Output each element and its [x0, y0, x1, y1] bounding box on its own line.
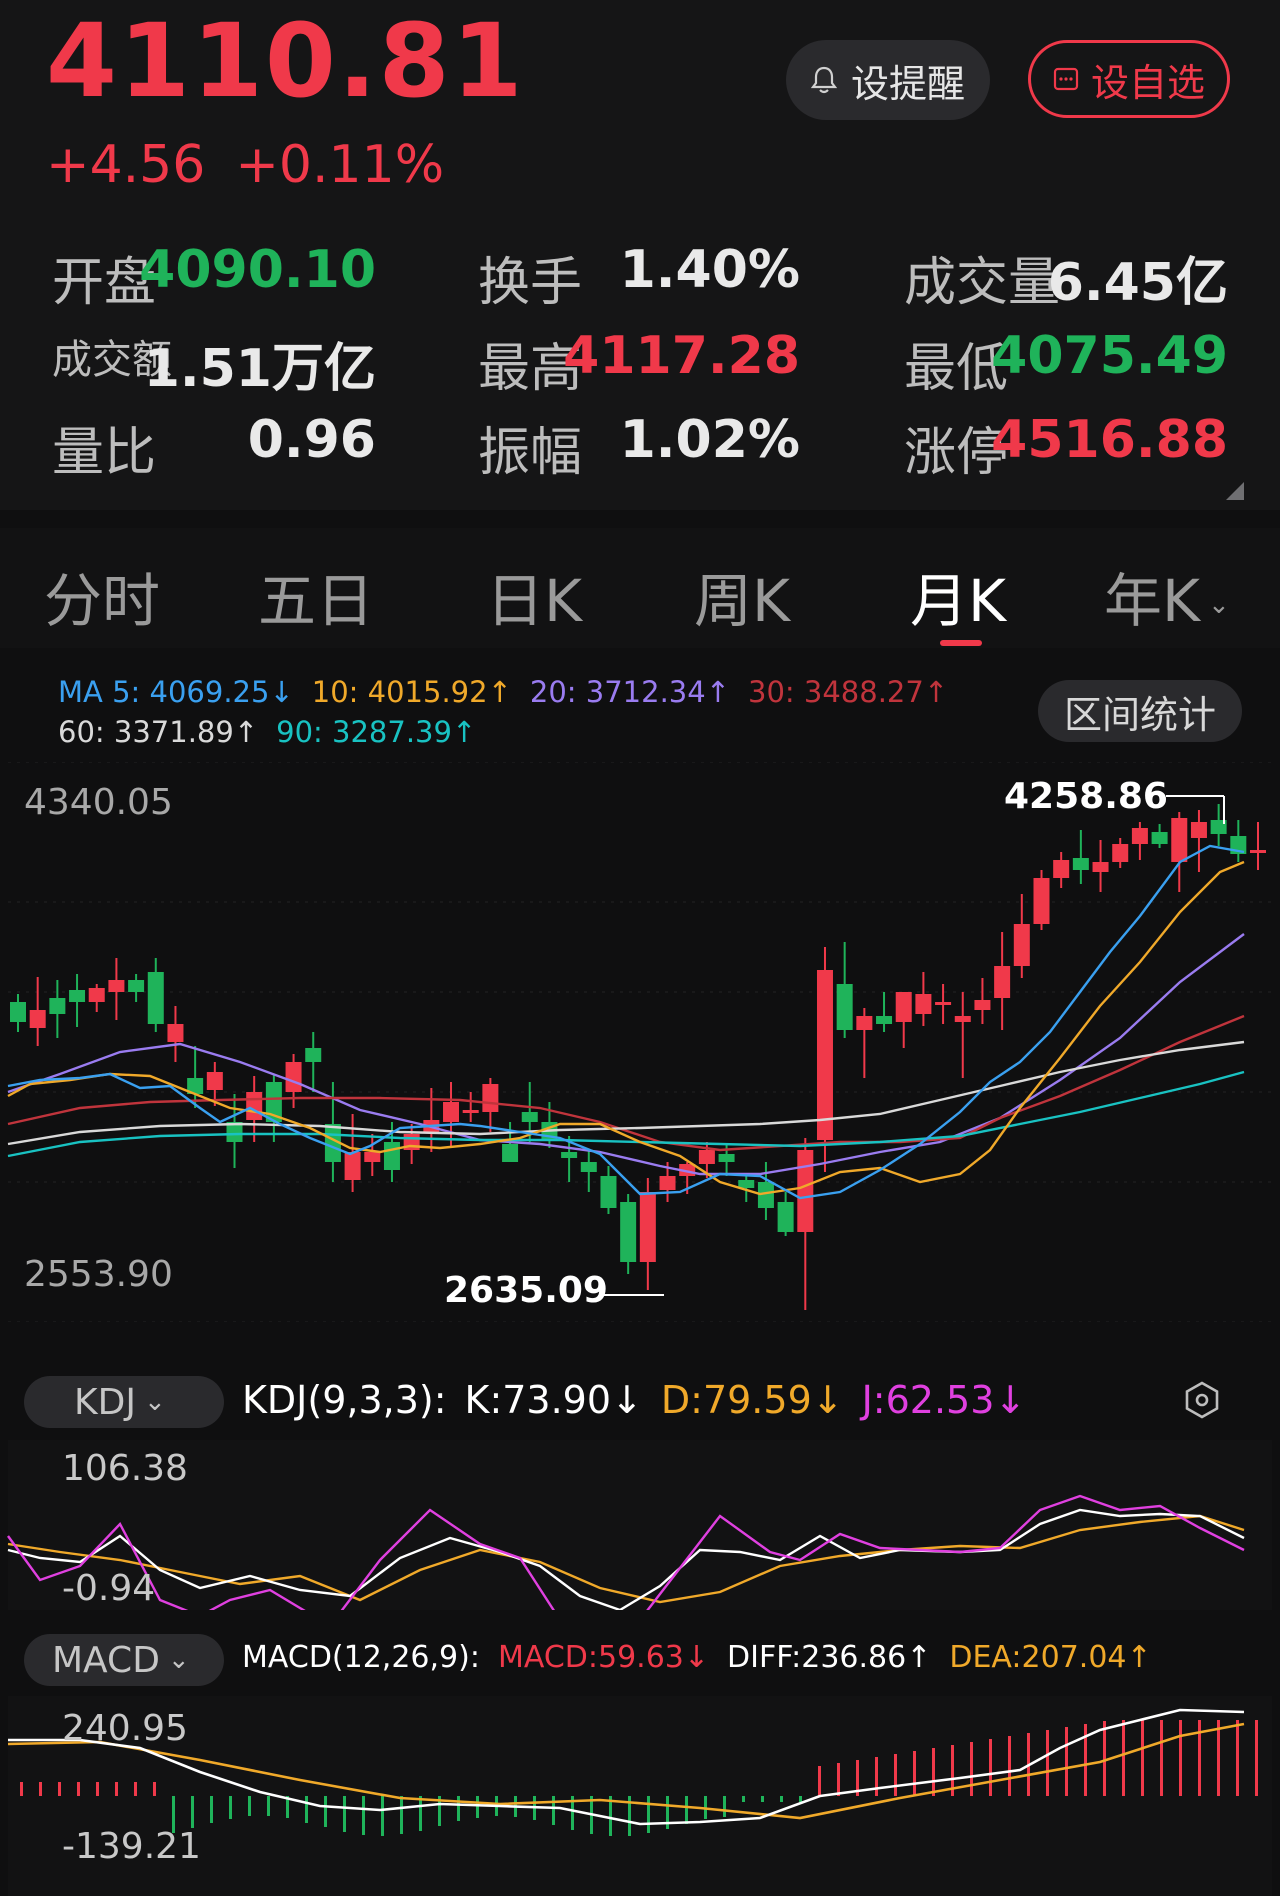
ma10-value: 10: 4015.92↑	[311, 675, 512, 709]
stat-high: 最高 4117.28	[478, 326, 800, 399]
ma5-value: MA 5: 4069.25↓	[58, 675, 294, 709]
macd-axis-top: 240.95	[62, 1708, 188, 1749]
tab-weekly-k[interactable]: 周K	[694, 554, 790, 638]
stat-amount-value: 1.51万亿	[143, 339, 376, 399]
tab-monthly-k[interactable]: 月K	[910, 554, 1006, 638]
stat-low: 最低 4075.49	[904, 326, 1228, 399]
price-change: +4.56 +0.11%	[46, 135, 474, 195]
axis-bottom-label: 2553.90	[24, 1254, 173, 1295]
stat-limit-up: 涨停 4516.88	[904, 410, 1228, 483]
stat-low-value: 4075.49	[991, 326, 1228, 386]
macd-chart: 240.95 -139.21	[7, 1696, 1272, 1896]
tab-five-day[interactable]: 五日	[258, 554, 374, 638]
change-value: +4.56	[46, 135, 206, 195]
chevron-down-icon: ⌄	[143, 1387, 166, 1417]
kdj-chart: 106.38 -0.94	[7, 1440, 1272, 1610]
macd-dea-value: DEA:207.04↑	[949, 1640, 1152, 1675]
bell-icon	[810, 66, 837, 94]
ma-legend: MA 5: 4069.25↓ 10: 4015.92↑ 20: 3712.34↑ 30…	[58, 672, 966, 752]
range-stats-button[interactable]: 区间统计	[1038, 680, 1242, 742]
high-marker-label: 4258.86	[1004, 776, 1168, 817]
expand-corner-icon[interactable]	[1226, 482, 1244, 500]
chevron-down-icon: ⌄	[1208, 589, 1230, 620]
active-tab-indicator	[940, 640, 982, 646]
macd-axis-bottom: -139.21	[62, 1826, 201, 1867]
low-marker-label: 2635.09	[444, 1270, 608, 1311]
stat-amount: 成交额 1.51万亿	[52, 326, 376, 399]
stat-vol-ratio: 量比 0.96	[52, 410, 376, 483]
macd-hist-value: MACD:59.63↓	[497, 1640, 710, 1675]
tab-intraday[interactable]: 分时	[44, 554, 160, 638]
stat-turnover-value: 1.40%	[619, 240, 800, 300]
macd-diff-value: DIFF:236.86↑	[727, 1640, 932, 1675]
stat-volume-value: 6.45亿	[1047, 253, 1228, 313]
stat-open: 开盘 4090.10	[52, 240, 376, 313]
set-alert-label: 设提醒	[850, 61, 965, 106]
macd-values: MACD(12,26,9): MACD:59.63↓ DIFF:236.86↑ DEA…	[242, 1640, 1170, 1675]
ma30-value: 30: 3488.27↑	[748, 675, 949, 709]
stat-amplitude-value: 1.02%	[619, 410, 800, 470]
settings-icon[interactable]	[1182, 1380, 1222, 1420]
kdj-axis-top: 106.38	[62, 1448, 188, 1489]
stat-high-value: 4117.28	[563, 326, 800, 386]
stat-turnover: 换手 1.40%	[478, 240, 800, 313]
stat-vol-ratio-value: 0.96	[247, 410, 376, 470]
macd-params: MACD(12,26,9):	[242, 1640, 480, 1675]
ma20-value: 20: 3712.34↑	[529, 675, 730, 709]
add-watchlist-button[interactable]: 设自选	[1028, 40, 1230, 118]
period-tabs: 分时 五日 日K 周K 月K 年K ⌄	[0, 528, 1280, 648]
kdj-d: D:79.59↓	[660, 1378, 844, 1422]
add-watchlist-label: 设自选	[1090, 60, 1205, 105]
kdj-k: K:73.90↓	[464, 1378, 643, 1422]
stat-limit-up-value: 4516.88	[991, 410, 1228, 470]
kdj-values: KDJ(9,3,3): K:73.90↓ D:79.59↓ J:62.53↓	[242, 1378, 1044, 1422]
kdj-axis-bottom: -0.94	[62, 1568, 155, 1609]
candlestick-chart[interactable]: 4340.05 2553.90 4258.86 2635.09	[0, 762, 1280, 1322]
ma90-value: 90: 3287.39↑	[276, 715, 477, 749]
chevron-down-icon: ⌄	[167, 1645, 190, 1675]
kdj-j: J:62.53↓	[861, 1378, 1027, 1422]
stat-amplitude: 振幅 1.02%	[478, 410, 800, 483]
ma60-value: 60: 3371.89↑	[58, 715, 259, 749]
set-alert-button[interactable]: 设提醒	[786, 40, 990, 120]
quote-header: 4110.81 +4.56 +0.11% 设提醒 设自选 开盘 4090.10 换…	[0, 0, 1280, 510]
kdj-selector[interactable]: KDJ ⌄	[24, 1376, 224, 1428]
tab-yearly-k[interactable]: 年K ⌄	[1104, 554, 1230, 638]
change-percent: +0.11%	[235, 135, 445, 195]
square-dots-icon	[1053, 67, 1079, 91]
current-price: 4110.81	[46, 2, 525, 121]
stat-open-value: 4090.10	[139, 240, 376, 300]
macd-selector[interactable]: MACD ⌄	[24, 1634, 224, 1686]
tab-daily-k[interactable]: 日K	[486, 554, 582, 638]
stat-volume: 成交量 6.45亿	[904, 240, 1228, 315]
axis-top-label: 4340.05	[24, 782, 173, 823]
kdj-params: KDJ(9,3,3):	[242, 1378, 447, 1422]
